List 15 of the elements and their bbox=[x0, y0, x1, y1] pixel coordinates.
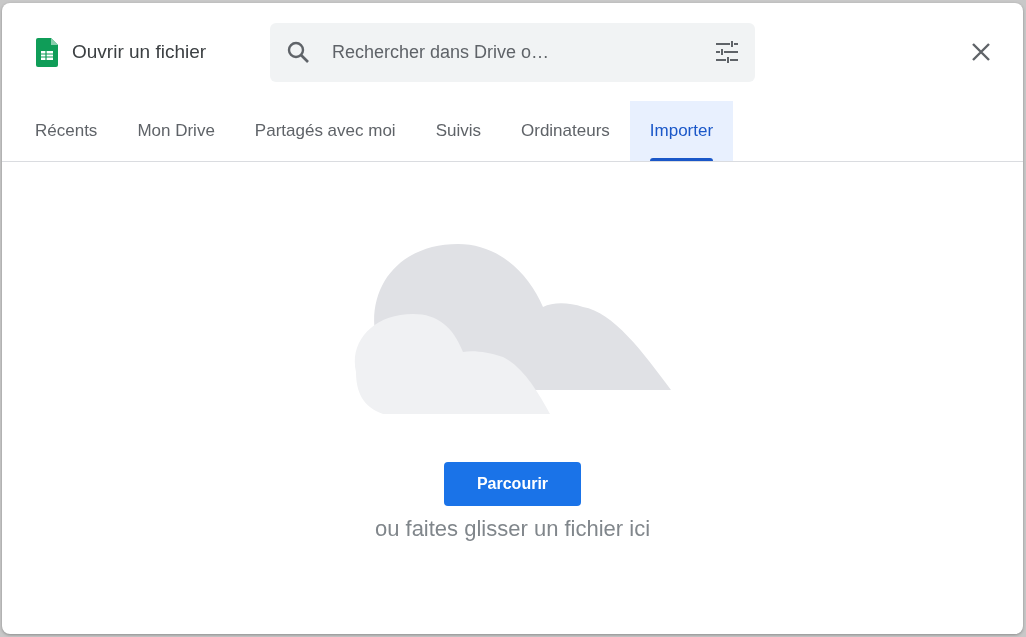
search-input[interactable]: Rechercher dans Drive o… bbox=[330, 40, 715, 64]
dialog-title: Ouvrir un fichier bbox=[72, 41, 208, 63]
close-icon bbox=[971, 42, 991, 62]
tab[interactable]: Partagés avec moi bbox=[234, 101, 416, 161]
tab[interactable]: Suivis bbox=[415, 101, 501, 161]
tab[interactable]: Mon Drive bbox=[117, 101, 235, 161]
browse-button[interactable]: Parcourir bbox=[444, 462, 581, 506]
spreadsheet-icon bbox=[36, 37, 58, 67]
tab[interactable]: Importer bbox=[629, 101, 734, 161]
filter-options-icon[interactable] bbox=[715, 41, 739, 63]
tab[interactable]: Récents bbox=[15, 101, 118, 161]
drag-drop-hint: ou faites glisser un fichier ici bbox=[374, 516, 651, 542]
search-icon bbox=[286, 40, 310, 64]
tab[interactable]: Ordinateurs bbox=[501, 101, 630, 161]
search-field[interactable]: Rechercher dans Drive o… bbox=[270, 22, 755, 82]
